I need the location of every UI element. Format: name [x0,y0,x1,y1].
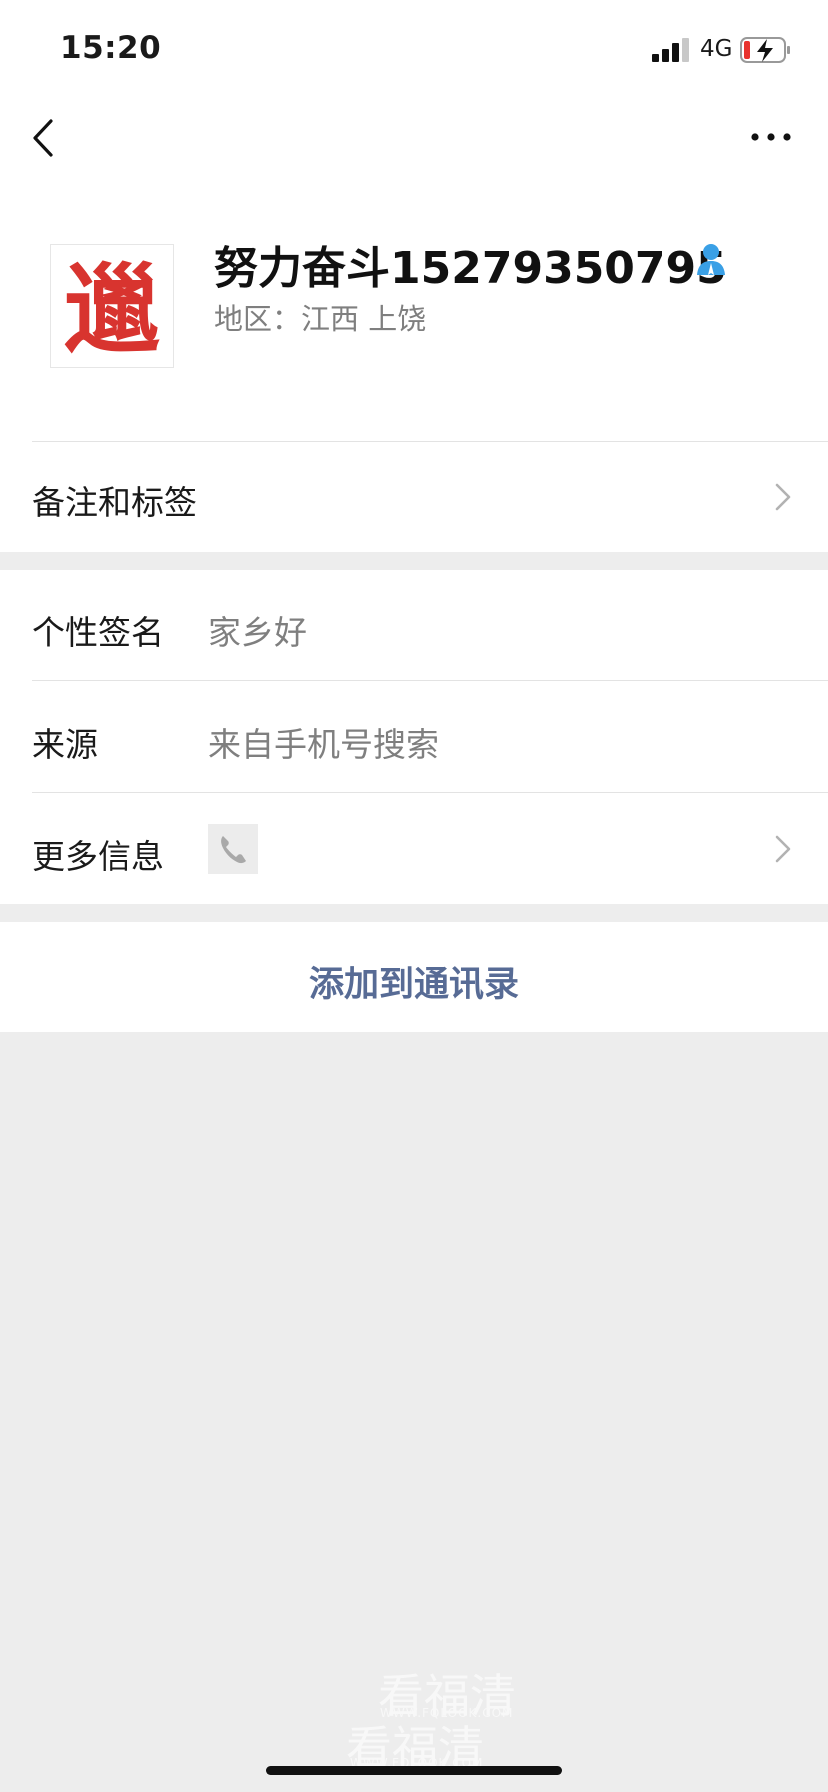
divider [32,441,828,442]
profile-region: 地区：江西 上饶 [214,302,427,336]
divider [32,680,828,681]
home-indicator[interactable] [266,1766,562,1775]
more-options-icon[interactable] [750,130,792,144]
source-value: 来自手机号搜索 [208,725,439,764]
signature-label: 个性签名 [32,613,164,652]
divider [32,792,828,793]
signal-icon [652,38,689,62]
chevron-right-icon [775,483,791,511]
network-type: 4G [700,36,733,62]
phone-icon [221,836,246,864]
source-label: 来源 [32,725,98,764]
back-chevron-icon[interactable] [30,118,56,158]
chevron-right-icon [775,835,791,863]
svg-text:邋: 邋 [64,253,160,366]
contact-person-icon [697,244,725,275]
avatar-calligraphy-image: 邋 [64,253,160,366]
phone-icon-box [208,824,258,874]
status-time: 15:20 [60,30,162,66]
remark-tags-row[interactable]: 备注和标签 [32,476,197,524]
more-info-row[interactable]: 更多信息 [32,830,164,878]
battery-charging-icon [740,37,790,63]
avatar[interactable]: 邋 [50,244,174,368]
section-gap [0,552,828,570]
profile-name: 努力奋斗15279350795 [214,243,727,294]
add-to-contacts-label[interactable]: 添加到通讯录 [0,956,828,1007]
section-gap [0,904,828,922]
signature-value: 家乡好 [208,613,307,652]
